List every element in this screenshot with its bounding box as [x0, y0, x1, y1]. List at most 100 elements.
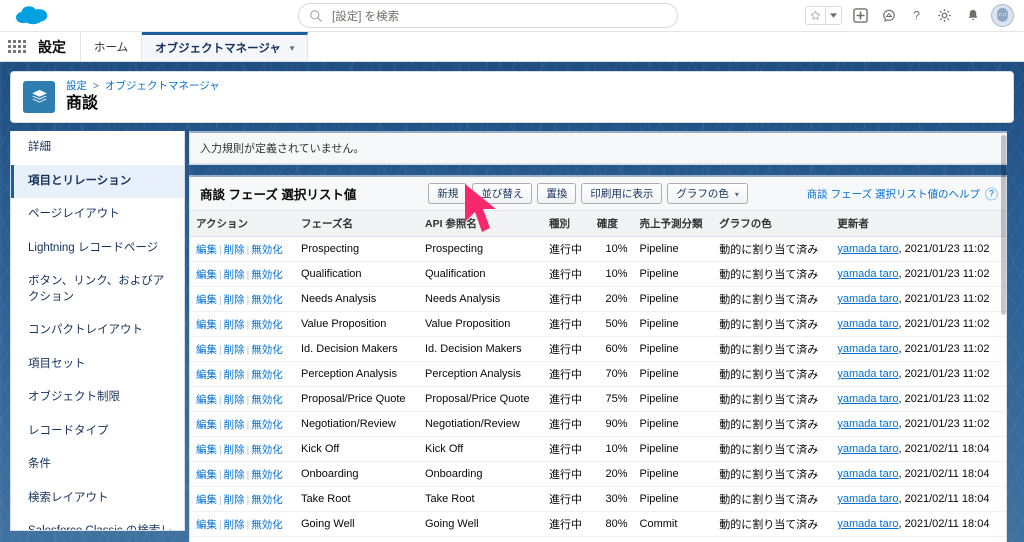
- new-button[interactable]: 新規: [428, 183, 467, 204]
- deactivate-link[interactable]: 無効化: [251, 494, 283, 506]
- modified-by-user-link[interactable]: yamada taro: [837, 518, 898, 530]
- modified-by-user-link[interactable]: yamada taro: [837, 243, 898, 255]
- salesforce-cloud-logo[interactable]: [12, 4, 56, 28]
- delete-link[interactable]: 削除: [224, 269, 245, 281]
- action-separator: |: [219, 495, 222, 506]
- modified-by-user-link[interactable]: yamada taro: [837, 318, 898, 330]
- tab-object-manager[interactable]: オブジェクトマネージャ ▾: [142, 32, 308, 61]
- edit-link[interactable]: 編集: [196, 319, 217, 331]
- delete-link[interactable]: 削除: [224, 369, 245, 381]
- einstein-icon[interactable]: [879, 6, 898, 25]
- stage-name-cell: Contract Renewal: [295, 537, 419, 542]
- deactivate-link[interactable]: 無効化: [251, 519, 283, 531]
- edit-link[interactable]: 編集: [196, 244, 217, 256]
- favorites-group[interactable]: [805, 6, 842, 25]
- edit-link[interactable]: 編集: [196, 394, 217, 406]
- replace-button[interactable]: 置換: [537, 183, 576, 204]
- sidebar-item-8[interactable]: レコードタイプ: [11, 415, 184, 449]
- modified-by-user-link[interactable]: yamada taro: [837, 443, 898, 455]
- sidebar-item-7[interactable]: オブジェクト制限: [11, 381, 184, 415]
- forecast-category-cell: Pipeline: [634, 262, 714, 287]
- modified-by-user-link[interactable]: yamada taro: [837, 368, 898, 380]
- deactivate-link[interactable]: 無効化: [251, 319, 283, 331]
- printable-view-button[interactable]: 印刷用に表示: [581, 183, 662, 204]
- deactivate-link[interactable]: 無効化: [251, 344, 283, 356]
- type-cell: 進行中: [543, 487, 591, 512]
- delete-link[interactable]: 削除: [224, 444, 245, 456]
- delete-link[interactable]: 削除: [224, 419, 245, 431]
- content-scrollbar[interactable]: [1000, 131, 1007, 542]
- forecast-category-cell: Pipeline: [634, 312, 714, 337]
- modified-by-user-link[interactable]: yamada taro: [837, 418, 898, 430]
- delete-link[interactable]: 削除: [224, 494, 245, 506]
- help-icon[interactable]: ?: [907, 6, 926, 25]
- add-icon[interactable]: [851, 6, 870, 25]
- breadcrumb-current[interactable]: オブジェクトマネージャ: [105, 80, 220, 92]
- global-search[interactable]: [設定] を検索: [298, 3, 678, 28]
- edit-link[interactable]: 編集: [196, 269, 217, 281]
- action-separator: |: [219, 520, 222, 531]
- delete-link[interactable]: 削除: [224, 244, 245, 256]
- sidebar-item-0[interactable]: 詳細: [11, 131, 184, 165]
- help-question-icon[interactable]: ?: [985, 187, 998, 200]
- chevron-down-icon[interactable]: ▾: [290, 43, 295, 54]
- sidebar-item-4[interactable]: ボタン、リンク、およびアクション: [11, 265, 184, 314]
- delete-link[interactable]: 削除: [224, 294, 245, 306]
- row-actions-cell: 編集|削除|無効化: [190, 312, 295, 337]
- sidebar-item-11[interactable]: Salesforce Classic の検索レイアウト: [11, 515, 184, 531]
- breadcrumb-root[interactable]: 設定: [66, 80, 87, 92]
- picklist-help-link[interactable]: 商談 フェーズ 選択リスト値のヘルプ ?: [807, 186, 998, 201]
- setup-gear-icon[interactable]: [935, 6, 954, 25]
- deactivate-link[interactable]: 無効化: [251, 469, 283, 481]
- edit-link[interactable]: 編集: [196, 494, 217, 506]
- search-input[interactable]: [設定] を検索: [298, 3, 678, 28]
- picklist-values-table: アクションフェーズ名API 参照名種別確度売上予測分類グラフの色更新者 編集|削…: [190, 211, 1006, 542]
- delete-link[interactable]: 削除: [224, 319, 245, 331]
- deactivate-link[interactable]: 無効化: [251, 394, 283, 406]
- sidebar-item-2[interactable]: ページレイアウト: [11, 198, 184, 232]
- edit-link[interactable]: 編集: [196, 419, 217, 431]
- api-name-cell: Perception Analysis: [419, 362, 543, 387]
- chevron-down-icon[interactable]: ▾: [735, 190, 739, 199]
- sidebar-item-6[interactable]: 項目セット: [11, 348, 184, 382]
- modified-by-user-link[interactable]: yamada taro: [837, 393, 898, 405]
- api-name-cell: Prospecting: [419, 237, 543, 262]
- sidebar-item-3[interactable]: Lightning レコードページ: [11, 232, 184, 266]
- modified-by-user-link[interactable]: yamada taro: [837, 493, 898, 505]
- edit-link[interactable]: 編集: [196, 294, 217, 306]
- modified-by-user-link[interactable]: yamada taro: [837, 468, 898, 480]
- edit-link[interactable]: 編集: [196, 369, 217, 381]
- app-launcher-icon[interactable]: [0, 32, 34, 61]
- sidebar-item-9[interactable]: 条件: [11, 448, 184, 482]
- delete-link[interactable]: 削除: [224, 469, 245, 481]
- deactivate-link[interactable]: 無効化: [251, 444, 283, 456]
- user-avatar[interactable]: [991, 4, 1014, 27]
- edit-link[interactable]: 編集: [196, 344, 217, 356]
- delete-link[interactable]: 削除: [224, 394, 245, 406]
- sidebar-item-1[interactable]: 項目とリレーション: [11, 165, 184, 199]
- edit-link[interactable]: 編集: [196, 519, 217, 531]
- modified-by-user-link[interactable]: yamada taro: [837, 343, 898, 355]
- chart-colors-button[interactable]: グラフの色▾: [667, 183, 748, 204]
- edit-link[interactable]: 編集: [196, 469, 217, 481]
- app-title: 設定: [34, 32, 81, 61]
- modified-by-user-link[interactable]: yamada taro: [837, 268, 898, 280]
- edit-link[interactable]: 編集: [196, 444, 217, 456]
- probability-cell: 75%: [591, 387, 634, 412]
- favorite-star-icon[interactable]: [806, 7, 825, 24]
- reorder-button[interactable]: 並び替え: [472, 183, 532, 204]
- deactivate-link[interactable]: 無効化: [251, 269, 283, 281]
- sidebar-item-5[interactable]: コンパクトレイアウト: [11, 314, 184, 348]
- new-button-label: 新規: [437, 188, 458, 200]
- deactivate-link[interactable]: 無効化: [251, 369, 283, 381]
- sidebar-item-10[interactable]: 検索レイアウト: [11, 482, 184, 516]
- notifications-bell-icon[interactable]: [963, 6, 982, 25]
- deactivate-link[interactable]: 無効化: [251, 294, 283, 306]
- tab-home[interactable]: ホーム: [81, 32, 142, 61]
- delete-link[interactable]: 削除: [224, 519, 245, 531]
- favorite-dropdown-icon[interactable]: [825, 7, 841, 24]
- deactivate-link[interactable]: 無効化: [251, 244, 283, 256]
- deactivate-link[interactable]: 無効化: [251, 419, 283, 431]
- modified-by-user-link[interactable]: yamada taro: [837, 293, 898, 305]
- delete-link[interactable]: 削除: [224, 344, 245, 356]
